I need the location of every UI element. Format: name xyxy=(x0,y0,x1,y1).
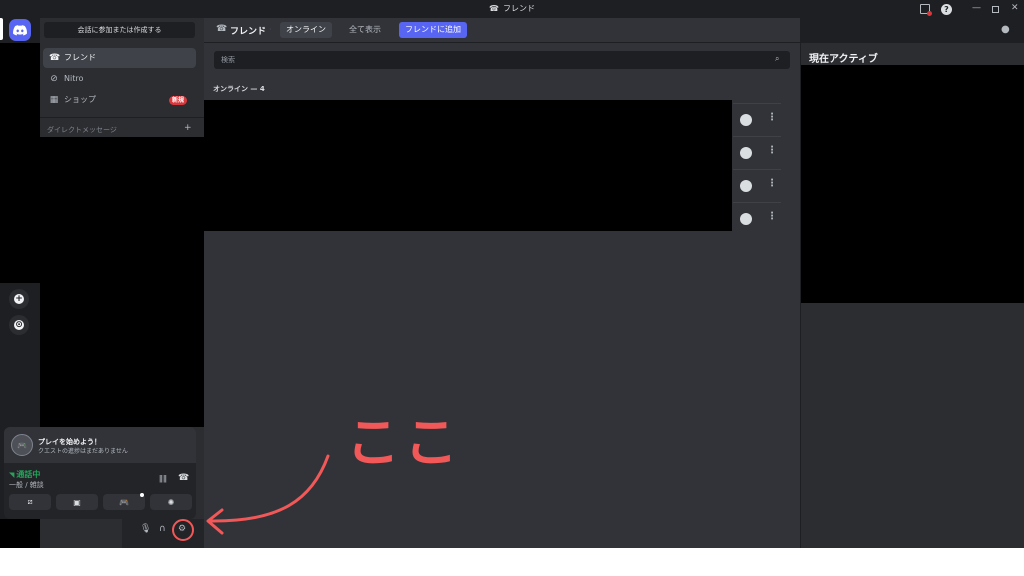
divider xyxy=(40,117,204,118)
add-server-button[interactable]: + xyxy=(9,289,29,309)
friend-row-actions: ⋮ xyxy=(733,169,781,201)
hidden-friend-list xyxy=(204,100,732,231)
sidebar-item-nitro[interactable]: ⊘ Nitro xyxy=(43,69,196,89)
new-group-dm-icon[interactable]: ● xyxy=(1001,24,1010,35)
selected-indicator xyxy=(0,18,3,40)
close-icon[interactable]: ✕ xyxy=(1011,3,1019,13)
annotation-arrow xyxy=(206,454,330,535)
window-title: ☎ フレンド xyxy=(0,3,1024,14)
message-icon[interactable] xyxy=(740,213,752,225)
hidden-dm-list xyxy=(40,137,204,427)
message-icon[interactable] xyxy=(740,147,752,159)
dm-header: ダイレクトメッセージ xyxy=(47,126,117,134)
signal-icon: ◥ xyxy=(9,471,15,479)
message-icon[interactable] xyxy=(740,114,752,126)
home-button[interactable] xyxy=(9,19,31,41)
more-icon[interactable]: ⋮ xyxy=(767,178,777,189)
screen-share-button[interactable]: ▣ xyxy=(56,494,98,510)
online-count: オンライン — 4 xyxy=(213,85,265,93)
activity-dot xyxy=(140,493,144,497)
friend-search[interactable] xyxy=(214,51,790,69)
mic-icon[interactable]: 🎙 xyxy=(140,524,151,534)
sidebar-item-shop[interactable]: ▦ ショップ 新規 xyxy=(43,90,196,110)
tab-online[interactable]: オンライン xyxy=(280,22,332,38)
quest-subtitle: クエストの進捗はまだありません xyxy=(38,448,128,455)
create-dm-icon[interactable]: + xyxy=(184,123,192,133)
more-icon[interactable]: ⋮ xyxy=(767,211,777,222)
title-bar: ☎ フレンド xyxy=(0,0,1024,18)
discord-logo-icon xyxy=(13,24,27,35)
more-icon[interactable]: ⋮ xyxy=(767,145,777,156)
message-icon[interactable] xyxy=(740,180,752,192)
discord-window: ☎ フレンド ? — ✕ + ⊙ 会話に参加または作成する ☎ フレンド ⊘ Ni… xyxy=(0,0,1024,548)
annotation-label: ここ xyxy=(346,411,462,474)
help-icon[interactable]: ? xyxy=(941,4,952,15)
sidebar-item-label: ショップ xyxy=(64,95,96,104)
headphones-icon[interactable]: ∩ xyxy=(159,524,166,534)
friend-row-actions: ⋮ xyxy=(733,202,781,234)
screen-share-icon: ▣ xyxy=(73,497,81,507)
page-title: フレンド xyxy=(230,27,267,37)
disconnect-icon[interactable]: ☎ xyxy=(178,473,189,483)
sidebar-item-label: Nitro xyxy=(64,74,84,83)
new-badge: 新規 xyxy=(168,96,187,105)
find-conversation-button[interactable]: 会話に参加または作成する xyxy=(44,22,195,38)
soundboard-icon: ✺ xyxy=(167,497,175,507)
search-icon[interactable]: ⌕ xyxy=(775,54,779,64)
voice-channel-name[interactable]: 一般 / 雑談 xyxy=(9,480,44,490)
friends-icon: ☎ xyxy=(216,24,228,34)
activity-button[interactable]: 🎮 xyxy=(103,494,145,510)
separator: · xyxy=(269,25,272,34)
friends-icon: ☎ xyxy=(489,4,499,13)
friend-row-actions: ⋮ xyxy=(733,136,781,168)
window-title-text: フレンド xyxy=(502,4,535,13)
sidebar-item-friends[interactable]: ☎ フレンド xyxy=(43,48,196,68)
active-now-title: 現在アクティブ xyxy=(809,54,878,65)
quest-icon: 🎮 xyxy=(11,434,33,456)
add-friend-button[interactable]: フレンドに追加 xyxy=(399,22,467,38)
minimize-icon[interactable]: — xyxy=(972,3,981,13)
hidden-activity xyxy=(801,65,1024,303)
inbox-icon[interactable] xyxy=(920,4,932,16)
nitro-icon: ⊘ xyxy=(50,74,58,84)
more-icon[interactable]: ⋮ xyxy=(767,112,777,123)
camera-button[interactable]: ⧄ xyxy=(9,494,51,510)
settings-highlight-ring xyxy=(172,519,194,541)
plus-icon: + xyxy=(14,294,24,304)
tab-all[interactable]: 全て表示 xyxy=(343,22,387,38)
hidden-server-list xyxy=(0,43,40,283)
compass-icon: ⊙ xyxy=(14,320,24,330)
noise-suppression-icon[interactable]: ǁǁ xyxy=(159,474,167,483)
camera-off-icon: ⧄ xyxy=(27,497,33,506)
friends-icon: ☎ xyxy=(49,53,61,63)
friend-row-actions: ⋮ xyxy=(733,103,781,135)
sidebar-item-label: フレンド xyxy=(64,53,96,62)
soundboard-button[interactable]: ✺ xyxy=(150,494,192,510)
voice-connected-status[interactable]: ◥ 通話中 xyxy=(9,469,40,480)
search-input[interactable] xyxy=(221,54,761,66)
voice-status-text: 通話中 xyxy=(16,470,41,479)
maximize-icon[interactable] xyxy=(992,6,999,13)
shop-icon: ▦ xyxy=(49,95,59,105)
activity-icon: 🎮 xyxy=(119,497,129,507)
discover-button[interactable]: ⊙ xyxy=(9,315,29,335)
